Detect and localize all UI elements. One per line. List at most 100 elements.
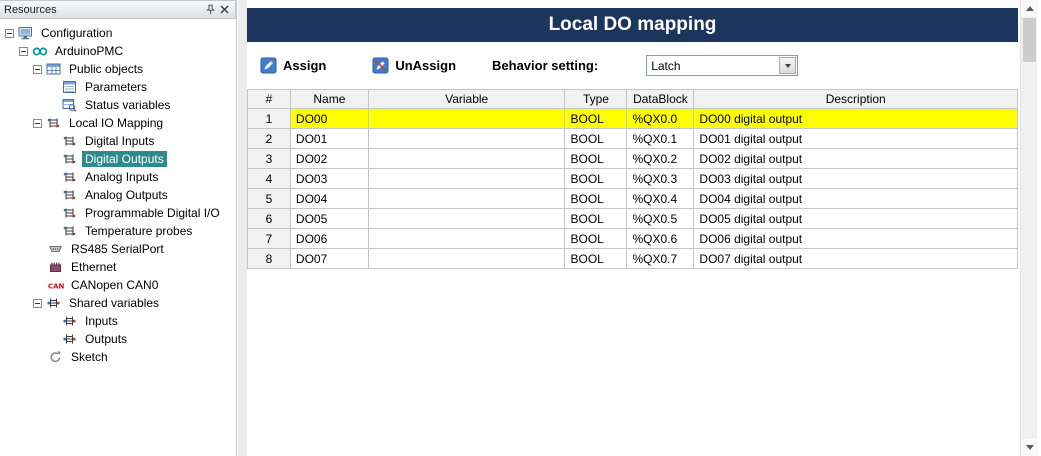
scroll-up-icon[interactable]: [1021, 0, 1038, 17]
cell-num[interactable]: 5: [248, 189, 291, 209]
cell-description[interactable]: DO01 digital output: [694, 129, 1018, 149]
table-row[interactable]: 2DO01 BOOL%QX0.1DO01 digital output: [248, 129, 1018, 149]
collapse-icon[interactable]: [5, 29, 14, 38]
tree-item-sketch[interactable]: Sketch: [0, 348, 236, 366]
col-header-variable[interactable]: Variable: [368, 90, 565, 109]
cell-datablock[interactable]: %QX0.4: [627, 189, 694, 209]
cell-description[interactable]: DO06 digital output: [694, 229, 1018, 249]
tree-item-shared-variables[interactable]: Shared variables: [0, 294, 236, 312]
cell-num[interactable]: 3: [248, 149, 291, 169]
table-row[interactable]: 5DO04 BOOL%QX0.4DO04 digital output: [248, 189, 1018, 209]
cell-num[interactable]: 6: [248, 209, 291, 229]
assign-button[interactable]: Assign: [260, 57, 326, 74]
cell-name[interactable]: DO00: [290, 109, 368, 129]
behavior-select[interactable]: Latch: [646, 55, 798, 76]
scrollbar-thumb[interactable]: [1023, 18, 1036, 62]
cell-description[interactable]: DO05 digital output: [694, 209, 1018, 229]
table-row[interactable]: 3DO02 BOOL%QX0.2DO02 digital output: [248, 149, 1018, 169]
cell-num[interactable]: 4: [248, 169, 291, 189]
col-header-type[interactable]: Type: [565, 90, 627, 109]
table-row[interactable]: 8DO07 BOOL%QX0.7DO07 digital output: [248, 249, 1018, 269]
cell-num[interactable]: 8: [248, 249, 291, 269]
tree-item-analog-inputs[interactable]: Analog Inputs: [0, 168, 236, 186]
table-row[interactable]: 1DO00 BOOL%QX0.0DO00 digital output: [248, 109, 1018, 129]
tree-item-rs485-serialport[interactable]: RS485 SerialPort: [0, 240, 236, 258]
tree-item-outputs[interactable]: Outputs: [0, 330, 236, 348]
collapse-icon[interactable]: [19, 47, 28, 56]
tree-item-local-io-mapping[interactable]: Local IO Mapping: [0, 114, 236, 132]
cell-type[interactable]: BOOL: [565, 169, 627, 189]
cell-name[interactable]: DO02: [290, 149, 368, 169]
cell-type[interactable]: BOOL: [565, 209, 627, 229]
tree-item-inputs[interactable]: Inputs: [0, 312, 236, 330]
cell-type[interactable]: BOOL: [565, 249, 627, 269]
cell-type[interactable]: BOOL: [565, 129, 627, 149]
unassign-button[interactable]: UnAssign: [372, 57, 456, 74]
cell-datablock[interactable]: %QX0.3: [627, 169, 694, 189]
vertical-scrollbar[interactable]: [1020, 0, 1037, 456]
cell-variable[interactable]: [368, 249, 565, 269]
cell-variable[interactable]: [368, 109, 565, 129]
table-row[interactable]: 7DO06 BOOL%QX0.6DO06 digital output: [248, 229, 1018, 249]
tree-item-configuration[interactable]: Configuration: [0, 24, 236, 42]
tree-item-analog-outputs[interactable]: Analog Outputs: [0, 186, 236, 204]
chevron-down-icon[interactable]: [779, 57, 796, 74]
status-icon: [62, 98, 79, 112]
cell-datablock[interactable]: %QX0.2: [627, 149, 694, 169]
col-header-num[interactable]: #: [248, 90, 291, 109]
cell-num[interactable]: 7: [248, 229, 291, 249]
tree-item-ethernet[interactable]: Ethernet: [0, 258, 236, 276]
tree-item-public-objects[interactable]: Public objects: [0, 60, 236, 78]
cell-variable[interactable]: [368, 189, 565, 209]
cell-name[interactable]: DO01: [290, 129, 368, 149]
cell-type[interactable]: BOOL: [565, 189, 627, 209]
panel-splitter[interactable]: [238, 0, 247, 456]
collapse-icon[interactable]: [33, 65, 42, 74]
cell-name[interactable]: DO03: [290, 169, 368, 189]
cell-variable[interactable]: [368, 169, 565, 189]
collapse-icon[interactable]: [33, 119, 42, 128]
table-row[interactable]: 6DO05 BOOL%QX0.5DO05 digital output: [248, 209, 1018, 229]
table-row[interactable]: 4DO03 BOOL%QX0.3DO03 digital output: [248, 169, 1018, 189]
tree-item-programmable-digital-i-o[interactable]: Programmable Digital I/O: [0, 204, 236, 222]
collapse-icon[interactable]: [33, 299, 42, 308]
tree-item-temperature-probes[interactable]: Temperature probes: [0, 222, 236, 240]
cell-description[interactable]: DO00 digital output: [694, 109, 1018, 129]
tree-item-canopen-can0[interactable]: CANCANopen CAN0: [0, 276, 236, 294]
cell-variable[interactable]: [368, 229, 565, 249]
cell-name[interactable]: DO04: [290, 189, 368, 209]
pin-icon[interactable]: [203, 3, 217, 17]
svg-text:CAN: CAN: [48, 282, 65, 290]
close-icon[interactable]: [217, 3, 231, 17]
col-header-description[interactable]: Description: [694, 90, 1018, 109]
cell-datablock[interactable]: %QX0.1: [627, 129, 694, 149]
cell-description[interactable]: DO07 digital output: [694, 249, 1018, 269]
cell-description[interactable]: DO04 digital output: [694, 189, 1018, 209]
cell-description[interactable]: DO03 digital output: [694, 169, 1018, 189]
cell-variable[interactable]: [368, 129, 565, 149]
cell-description[interactable]: DO02 digital output: [694, 149, 1018, 169]
cell-variable[interactable]: [368, 149, 565, 169]
cell-name[interactable]: DO07: [290, 249, 368, 269]
tree-item-digital-inputs[interactable]: Digital Inputs: [0, 132, 236, 150]
cell-datablock[interactable]: %QX0.5: [627, 209, 694, 229]
cell-datablock[interactable]: %QX0.7: [627, 249, 694, 269]
cell-datablock[interactable]: %QX0.6: [627, 229, 694, 249]
cell-name[interactable]: DO06: [290, 229, 368, 249]
cell-type[interactable]: BOOL: [565, 229, 627, 249]
tree-item-status-variables[interactable]: Status variables: [0, 96, 236, 114]
cell-variable[interactable]: [368, 209, 565, 229]
cell-type[interactable]: BOOL: [565, 109, 627, 129]
cell-num[interactable]: 1: [248, 109, 291, 129]
tree-item-arduinopmc[interactable]: ArduinoPMC: [0, 42, 236, 60]
cell-name[interactable]: DO05: [290, 209, 368, 229]
tree-item-digital-outputs[interactable]: Digital Outputs: [0, 150, 236, 168]
tree-item-parameters[interactable]: Parameters: [0, 78, 236, 96]
cell-type[interactable]: BOOL: [565, 149, 627, 169]
assign-label: Assign: [283, 58, 326, 73]
cell-num[interactable]: 2: [248, 129, 291, 149]
cell-datablock[interactable]: %QX0.0: [627, 109, 694, 129]
col-header-name[interactable]: Name: [290, 90, 368, 109]
scroll-down-icon[interactable]: [1021, 439, 1038, 456]
col-header-datablock[interactable]: DataBlock: [627, 90, 694, 109]
